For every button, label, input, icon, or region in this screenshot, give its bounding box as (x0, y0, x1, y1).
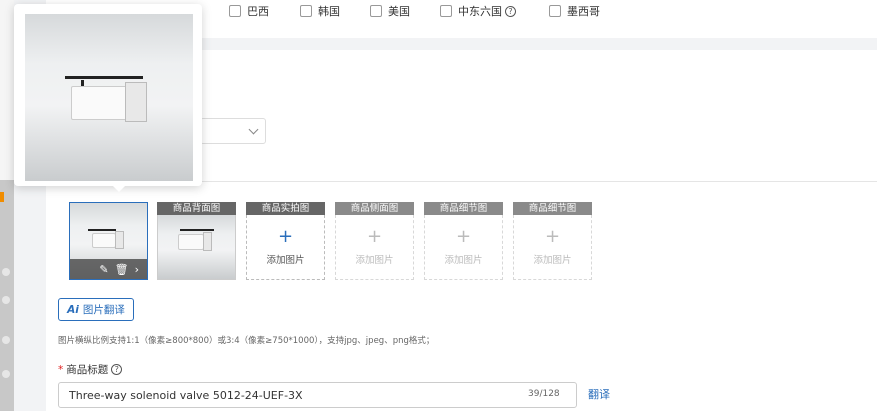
country-label: 巴西 (247, 5, 269, 18)
device-side (203, 232, 212, 251)
main-image-thumbnail[interactable]: ✎ 🗑 › (69, 202, 148, 280)
checkbox[interactable] (370, 5, 382, 17)
add-image-label: 添加图片 (266, 255, 305, 266)
image-preview-popup (14, 4, 202, 192)
device-wire (65, 76, 143, 79)
rail-dot (2, 296, 10, 304)
rail-dot (2, 370, 10, 378)
rail-highlight (0, 192, 4, 202)
image-requirements-hint: 图片横纵比例支持1:1（像素≥800*800）或3:4（像素≥750*1000）… (58, 336, 435, 346)
edit-icon[interactable]: ✎ (99, 263, 108, 276)
add-image-button[interactable]: + 添加图片 (513, 215, 592, 280)
add-image-button[interactable]: + 添加图片 (246, 215, 325, 280)
device-body (92, 233, 116, 248)
ai-icon: Ai (67, 303, 79, 316)
image-slot-side[interactable]: 商品侧面图 + 添加图片 (335, 202, 414, 280)
country-label: 墨西哥 (567, 5, 600, 18)
image-slot-detail-1[interactable]: 商品细节图 + 添加图片 (424, 202, 503, 280)
image-slot-detail-2[interactable]: 商品细节图 + 添加图片 (513, 202, 592, 280)
add-image-label: 添加图片 (444, 255, 483, 266)
required-mark: * (58, 363, 64, 376)
device-wire (180, 229, 214, 231)
back-image-thumbnail[interactable] (157, 215, 236, 280)
device-body (71, 86, 127, 120)
help-icon[interactable]: ? (505, 5, 516, 17)
chevron-down-icon (248, 124, 259, 135)
help-icon[interactable]: ? (111, 364, 123, 375)
country-option-usa[interactable]: 美国 (370, 3, 410, 19)
add-image-button[interactable]: + 添加图片 (424, 215, 503, 280)
preview-image (25, 14, 193, 181)
image-translate-button[interactable]: Ai 图片翻译 (58, 298, 134, 321)
device-side (115, 231, 124, 249)
add-image-label: 添加图片 (533, 255, 572, 266)
country-option-brazil[interactable]: 巴西 (229, 3, 269, 19)
popup-arrow (112, 185, 126, 192)
checkbox[interactable] (229, 5, 241, 17)
translate-link[interactable]: 翻译 (588, 386, 610, 402)
product-title-label: * 商品标题 ? (58, 362, 123, 377)
delete-icon[interactable]: 🗑 (115, 263, 129, 276)
country-option-mexico[interactable]: 墨西哥 (549, 3, 600, 19)
country-label: 中东六国 (458, 5, 502, 18)
plus-icon: + (455, 226, 472, 247)
slot-label: 商品背面图 (157, 202, 236, 215)
chevron-right-icon[interactable]: › (135, 263, 139, 276)
image-slot-back[interactable]: 商品背面图 (157, 202, 236, 280)
device-wire (88, 229, 116, 231)
thumbnail-action-bar: ✎ 🗑 › (70, 259, 147, 279)
device-side (125, 82, 147, 122)
image-translate-label: 图片翻译 (82, 304, 125, 316)
country-label: 美国 (388, 5, 410, 18)
add-image-button[interactable]: + 添加图片 (335, 215, 414, 280)
slot-label: 商品实拍图 (246, 202, 325, 215)
country-option-gcc[interactable]: 中东六国 ? (440, 3, 516, 19)
add-image-label: 添加图片 (355, 255, 394, 266)
device-body (178, 234, 204, 250)
slot-label: 商品侧面图 (335, 202, 414, 215)
product-title-input[interactable] (58, 382, 577, 408)
product-title-text: 商品标题 (66, 364, 109, 376)
country-label: 韩国 (318, 5, 340, 18)
slot-label: 商品细节图 (513, 202, 592, 215)
plus-icon: + (277, 226, 294, 247)
rail-dot (2, 336, 10, 344)
checkbox[interactable] (549, 5, 561, 17)
title-char-count: 39/128 (528, 389, 560, 399)
dropdown-select[interactable] (200, 118, 266, 144)
slot-label: 商品细节图 (424, 202, 503, 215)
plus-icon: + (366, 226, 383, 247)
image-slot-real-photo[interactable]: 商品实拍图 + 添加图片 (246, 202, 325, 280)
plus-icon: + (544, 226, 561, 247)
rail-dot (2, 268, 10, 276)
left-rail (0, 180, 14, 411)
checkbox[interactable] (300, 5, 312, 17)
checkbox[interactable] (440, 5, 452, 17)
country-option-korea[interactable]: 韩国 (300, 3, 340, 19)
